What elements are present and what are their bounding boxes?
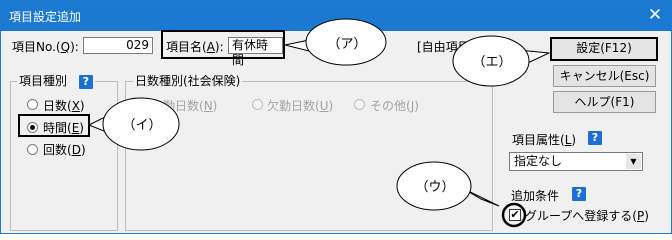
callout-u-text: （ウ）: [415, 180, 455, 195]
callout-i-text: （イ）: [122, 118, 162, 133]
callout-a-text: （ア）: [327, 37, 367, 52]
dialog-window: 項目設定追加 ✕ 項目No.(Q): 029 項目名(A): 有休時間 [自由項…: [0, 0, 672, 234]
checkbox-highlight-ring: [501, 202, 527, 228]
callout-e-text: （エ）: [472, 55, 512, 70]
